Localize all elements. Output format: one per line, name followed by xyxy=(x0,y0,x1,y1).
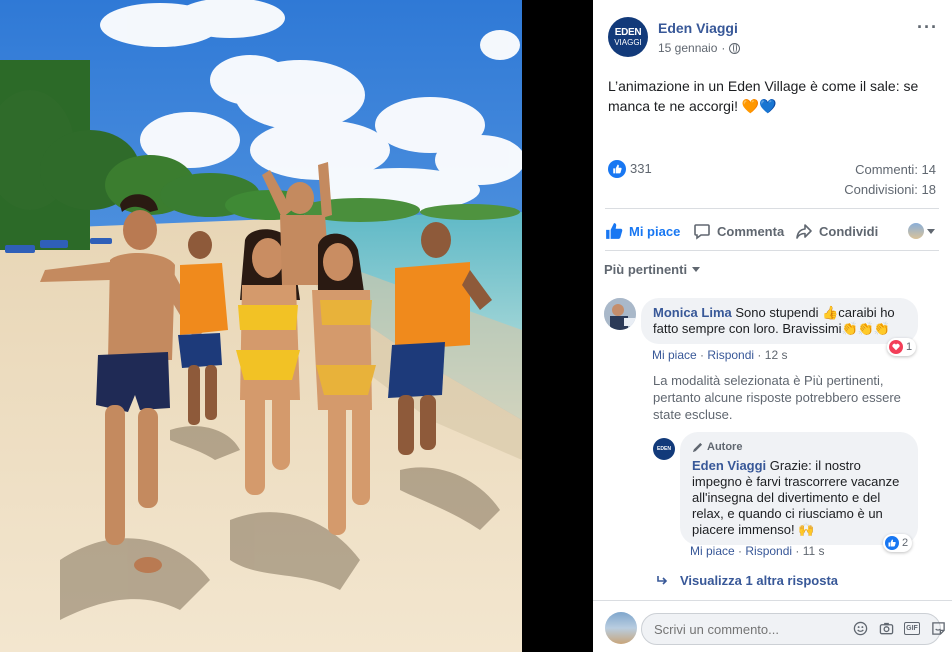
post-date[interactable]: 15 gennaio xyxy=(658,41,717,55)
comment-button-label: Commenta xyxy=(717,223,785,239)
avatar-logo-line1: EDEN xyxy=(614,26,642,38)
separator: · xyxy=(738,544,743,558)
view-more-label: Visualizza 1 altra risposta xyxy=(680,573,838,588)
chevron-down-icon xyxy=(692,267,701,272)
separator: · xyxy=(757,348,762,362)
comment-reply-link[interactable]: Rispondi xyxy=(707,348,754,362)
reply-reply-link[interactable]: Rispondi xyxy=(745,544,792,558)
like-reaction-icon xyxy=(885,536,899,550)
reaction-identity-selector[interactable] xyxy=(895,215,935,247)
avatar-logo-line2: VIAGGI xyxy=(614,37,642,47)
comment-bubble: Monica Lima Sono stupendi 👍caraibi ho fa… xyxy=(641,298,918,344)
post-header: EDEN VIAGGI Eden Viaggi 15 gennaio · ··· xyxy=(608,17,938,59)
reply-reactions[interactable]: 2 xyxy=(883,534,913,552)
reaction-count: 1 xyxy=(906,341,913,353)
camera-icon[interactable] xyxy=(878,620,894,636)
filter-note: La modalità selezionata è Più pertinenti… xyxy=(653,373,901,422)
composer-icons: GIF xyxy=(852,620,946,636)
commenter-avatar[interactable] xyxy=(604,298,636,330)
divider xyxy=(605,250,939,251)
post-side-panel: EDEN VIAGGI Eden Viaggi 15 gennaio · ···… xyxy=(593,0,952,652)
post-stats: 331 Commenti: 14 Condivisioni: 18 xyxy=(608,157,936,201)
page-avatar[interactable]: EDEN VIAGGI xyxy=(608,17,648,57)
comment-like-link[interactable]: Mi piace xyxy=(652,348,697,362)
avatar-logo-line1: EDEN xyxy=(657,446,671,452)
separator: · xyxy=(700,348,705,362)
post-text: L’animazione in un Eden Village è come i… xyxy=(608,78,919,114)
beach-photo-illustration xyxy=(0,0,522,652)
pencil-icon xyxy=(692,442,703,452)
reply-comment: EDEN Autore Eden Viaggi Grazie: il nostr… xyxy=(653,432,943,562)
separator: · xyxy=(795,544,800,558)
share-icon xyxy=(796,224,812,239)
author-badge-label: Autore xyxy=(707,441,743,453)
like-button-label: Mi piace xyxy=(629,223,681,239)
like-reaction-icon[interactable] xyxy=(608,160,626,178)
comment-icon xyxy=(694,224,710,240)
reply-author[interactable]: Eden Viaggi xyxy=(692,458,766,473)
shares-count[interactable]: Condivisioni: 18 xyxy=(844,182,936,197)
sticker-icon[interactable] xyxy=(930,620,946,636)
post-photo[interactable] xyxy=(0,0,522,652)
like-icon xyxy=(606,223,623,239)
comment-sort-dropdown[interactable]: Più pertinenti xyxy=(604,262,701,277)
emoji-icon[interactable] xyxy=(852,620,868,636)
comment-composer: GIF xyxy=(593,600,952,652)
reply-like-link[interactable]: Mi piace xyxy=(690,544,735,558)
author-badge: Autore xyxy=(692,439,906,455)
more-options-icon[interactable]: ··· xyxy=(917,17,938,38)
view-more-replies-link[interactable]: Visualizza 1 altra risposta xyxy=(656,573,838,588)
comment-button[interactable]: Commenta xyxy=(693,215,795,247)
likes-count[interactable]: 331 xyxy=(630,161,652,176)
divider xyxy=(605,208,939,209)
comment-reactions[interactable]: 1 xyxy=(887,338,917,356)
share-button-label: Condividi xyxy=(819,223,879,239)
profile-mini-avatar xyxy=(908,223,924,239)
chevron-down-icon xyxy=(927,228,935,234)
meta-separator: · xyxy=(721,41,726,55)
comment-actions: Mi piace · Rispondi · 12 s xyxy=(652,348,787,362)
gif-icon[interactable]: GIF xyxy=(904,621,920,635)
reaction-count: 2 xyxy=(902,537,909,549)
sort-label: Più pertinenti xyxy=(604,262,688,277)
reply-arrow-icon xyxy=(657,575,668,585)
comment-author[interactable]: Monica Lima xyxy=(653,305,732,320)
reply-author-avatar[interactable]: EDEN xyxy=(653,438,675,460)
comments-count[interactable]: Commenti: 14 xyxy=(855,162,936,177)
current-user-avatar[interactable] xyxy=(605,612,637,644)
share-button[interactable]: Condividi xyxy=(795,215,895,247)
post-actions-bar: Mi piace Commenta Condividi xyxy=(605,214,939,248)
post-meta: 15 gennaio · xyxy=(658,41,741,55)
reply-actions: Mi piace · Rispondi · 11 s xyxy=(690,544,825,558)
globe-icon xyxy=(729,42,741,54)
like-button[interactable]: Mi piace xyxy=(605,215,693,247)
comment-time[interactable]: 12 s xyxy=(765,348,788,362)
comment: Monica Lima Sono stupendi 👍caraibi ho fa… xyxy=(604,298,944,368)
reply-time[interactable]: 11 s xyxy=(803,544,825,558)
heart-icon xyxy=(889,340,903,354)
page-name-link[interactable]: Eden Viaggi xyxy=(658,20,738,36)
gif-label: GIF xyxy=(906,624,918,632)
reply-bubble: Autore Eden Viaggi Grazie: il nostro imp… xyxy=(680,432,918,545)
